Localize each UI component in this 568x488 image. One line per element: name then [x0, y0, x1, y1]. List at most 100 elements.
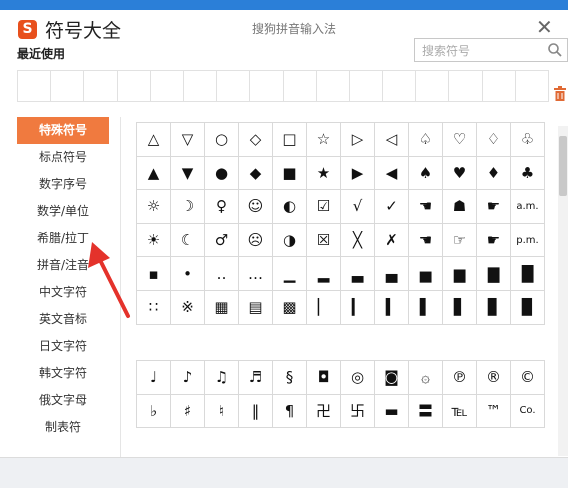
- recent-cell[interactable]: [383, 71, 417, 101]
- symbol-cell[interactable]: ♂: [205, 223, 239, 258]
- sidebar-item-3[interactable]: 数学/单位: [17, 198, 109, 225]
- sidebar-item-0[interactable]: 特殊符号: [17, 117, 109, 144]
- symbol-cell[interactable]: ※: [171, 290, 205, 325]
- symbol-cell[interactable]: ♩: [137, 361, 171, 395]
- symbol-cell[interactable]: ℗: [443, 361, 477, 395]
- sidebar-item-5[interactable]: 拼音/注音: [17, 252, 109, 279]
- symbol-cell[interactable]: ▂: [307, 257, 341, 291]
- symbol-cell[interactable]: ∷: [137, 290, 171, 325]
- symbol-cell[interactable]: ☛: [477, 190, 511, 224]
- recent-cell[interactable]: [51, 71, 85, 101]
- sidebar-item-6[interactable]: 中文字符: [17, 279, 109, 306]
- sidebar-item-4[interactable]: 希腊/拉丁: [17, 225, 109, 252]
- symbol-cell[interactable]: ☞: [443, 223, 477, 258]
- symbol-cell[interactable]: ☀: [137, 223, 171, 258]
- close-icon[interactable]: ✕: [536, 17, 553, 37]
- search-input[interactable]: [420, 40, 549, 62]
- recent-cell[interactable]: [217, 71, 251, 101]
- symbol-cell[interactable]: §: [273, 361, 307, 395]
- symbol-cell[interactable]: ¶: [273, 394, 307, 429]
- symbol-cell[interactable]: ▷: [341, 123, 375, 157]
- symbol-cell[interactable]: ☹: [239, 223, 273, 258]
- symbol-cell[interactable]: △: [137, 123, 171, 157]
- symbol-cell[interactable]: ♤: [409, 123, 443, 157]
- symbol-cell[interactable]: Co.: [511, 394, 545, 429]
- symbol-cell[interactable]: ✗: [375, 223, 409, 258]
- symbol-cell[interactable]: 卍: [307, 394, 341, 429]
- symbol-cell[interactable]: ◐: [273, 190, 307, 224]
- symbol-cell[interactable]: ▤: [239, 290, 273, 325]
- symbol-cell[interactable]: ☒: [307, 223, 341, 258]
- symbol-cell[interactable]: ◇: [239, 123, 273, 157]
- symbol-cell[interactable]: ■: [273, 156, 307, 191]
- symbol-cell[interactable]: ♬: [239, 361, 273, 395]
- recent-cell[interactable]: [516, 71, 548, 101]
- recent-cell[interactable]: [449, 71, 483, 101]
- recent-cell[interactable]: [483, 71, 516, 101]
- symbol-cell[interactable]: ☽: [171, 190, 205, 224]
- recent-cell[interactable]: [18, 71, 52, 101]
- symbol-cell[interactable]: ★: [307, 156, 341, 191]
- symbol-cell[interactable]: ▶: [341, 156, 375, 191]
- symbol-cell[interactable]: ☚: [409, 223, 443, 258]
- recent-cell[interactable]: [184, 71, 218, 101]
- symbol-cell[interactable]: ☗: [443, 190, 477, 224]
- symbol-cell[interactable]: ▆: [443, 257, 477, 291]
- symbol-cell[interactable]: ▊: [477, 290, 511, 325]
- symbol-cell[interactable]: ▏: [307, 290, 341, 325]
- symbol-cell[interactable]: ▄: [375, 257, 409, 291]
- symbol-cell[interactable]: ▋: [443, 290, 477, 325]
- symbol-cell[interactable]: ╳: [341, 223, 375, 258]
- symbol-cell[interactable]: ®: [477, 361, 511, 395]
- symbol-cell[interactable]: ▉: [511, 290, 545, 325]
- symbol-cell[interactable]: ☛: [477, 223, 511, 258]
- symbol-cell[interactable]: √: [341, 190, 375, 224]
- search-box[interactable]: [414, 38, 568, 62]
- sidebar-item-8[interactable]: 日文字符: [17, 333, 109, 360]
- symbol-cell[interactable]: ♠: [409, 156, 443, 191]
- recent-cell[interactable]: [118, 71, 151, 101]
- symbol-cell[interactable]: ♫: [205, 361, 239, 395]
- symbol-cell[interactable]: ◁: [375, 123, 409, 157]
- sidebar-item-10[interactable]: 俄文字母: [17, 387, 109, 414]
- symbol-cell[interactable]: ◙: [375, 361, 409, 395]
- symbol-cell[interactable]: ♯: [171, 394, 205, 429]
- sidebar-item-1[interactable]: 标点符号: [17, 144, 109, 171]
- symbol-cell[interactable]: ▎: [341, 290, 375, 325]
- symbol-cell[interactable]: ♮: [205, 394, 239, 429]
- recent-cell[interactable]: [350, 71, 384, 101]
- symbol-cell[interactable]: ۞: [409, 361, 443, 395]
- symbol-cell[interactable]: ▼: [171, 156, 205, 191]
- symbol-cell[interactable]: …: [239, 257, 273, 291]
- sidebar-item-7[interactable]: 英文音标: [17, 306, 109, 333]
- symbol-cell[interactable]: ◑: [273, 223, 307, 258]
- recent-cell[interactable]: [416, 71, 450, 101]
- recent-cell[interactable]: [84, 71, 118, 101]
- symbol-cell[interactable]: □: [273, 123, 307, 157]
- symbol-cell[interactable]: ©: [511, 361, 545, 395]
- symbol-cell[interactable]: ▦: [205, 290, 239, 325]
- symbol-cell[interactable]: ℡: [443, 394, 477, 429]
- symbol-cell[interactable]: ▃: [341, 257, 375, 291]
- symbol-cell[interactable]: ♡: [443, 123, 477, 157]
- symbol-cell[interactable]: ▽: [171, 123, 205, 157]
- symbol-cell[interactable]: ♣: [511, 156, 545, 191]
- search-icon[interactable]: [547, 42, 563, 58]
- symbol-cell[interactable]: ☾: [171, 223, 205, 258]
- symbol-cell[interactable]: ♥: [443, 156, 477, 191]
- symbol-cell[interactable]: ▪: [137, 257, 171, 291]
- symbol-cell[interactable]: ♢: [477, 123, 511, 157]
- symbol-cell[interactable]: ▬: [375, 394, 409, 429]
- sidebar-item-9[interactable]: 韩文字符: [17, 360, 109, 387]
- symbol-cell[interactable]: ✓: [375, 190, 409, 224]
- symbol-cell[interactable]: ♧: [511, 123, 545, 157]
- symbol-cell[interactable]: a.m.: [511, 190, 545, 224]
- recent-cell[interactable]: [151, 71, 184, 101]
- symbol-cell[interactable]: ▲: [137, 156, 171, 191]
- symbol-cell[interactable]: ◘: [307, 361, 341, 395]
- symbol-cell[interactable]: ☑: [307, 190, 341, 224]
- sidebar-item-11[interactable]: 制表符: [17, 414, 109, 441]
- scrollbar-thumb[interactable]: [559, 136, 567, 196]
- symbol-cell[interactable]: ▁: [273, 257, 307, 291]
- symbol-cell[interactable]: p.m.: [511, 223, 545, 258]
